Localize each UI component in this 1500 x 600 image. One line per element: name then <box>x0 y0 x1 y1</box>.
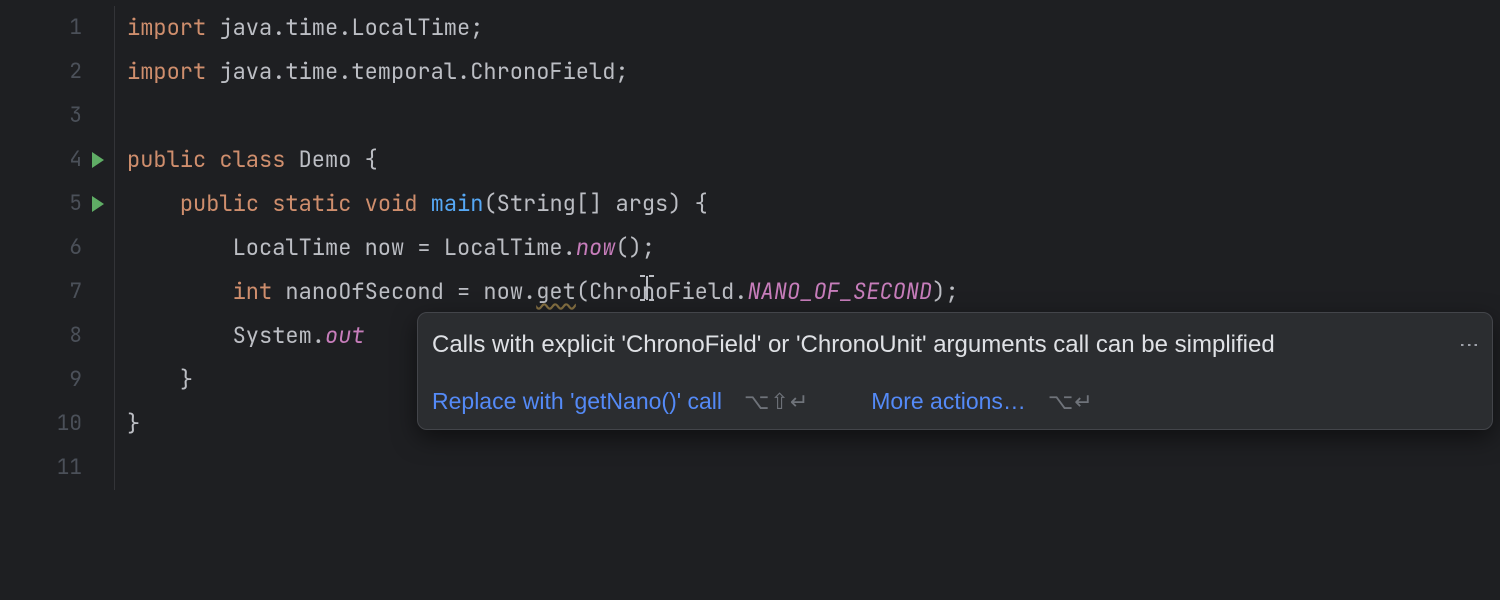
quickfix-action[interactable]: Replace with 'getNano()' call <box>432 388 722 415</box>
gutter-row: 6 <box>0 226 114 270</box>
line-number: 1 <box>42 6 82 50</box>
code-line[interactable] <box>127 94 1500 138</box>
more-options-icon[interactable]: ⋮ <box>1466 335 1472 355</box>
inspection-message: Calls with explicit 'ChronoField' or 'Ch… <box>432 329 1275 360</box>
code-line[interactable]: LocalTime now = LocalTime.now(); <box>127 226 1500 270</box>
intention-popup: Calls with explicit 'ChronoField' or 'Ch… <box>417 312 1493 430</box>
shortcut-hint: ⌥↵ <box>1048 389 1094 415</box>
gutter-row: 10 <box>0 402 114 446</box>
gutter-row: 11 <box>0 446 114 490</box>
line-number: 10 <box>42 402 82 446</box>
gutter-row: 7 <box>0 270 114 314</box>
gutter-row: 8 <box>0 314 114 358</box>
line-number: 2 <box>42 50 82 94</box>
gutter-row: 9 <box>0 358 114 402</box>
line-number: 9 <box>42 358 82 402</box>
gutter-row: 3 <box>0 94 114 138</box>
line-number: 5 <box>42 182 82 226</box>
more-actions-link[interactable]: More actions… <box>871 388 1026 415</box>
code-line[interactable]: int nanoOfSecond = now.get(ChronoField.N… <box>127 270 1500 314</box>
line-number: 8 <box>42 314 82 358</box>
line-number: 7 <box>42 270 82 314</box>
popup-actions: Replace with 'getNano()' call ⌥⇧↵ More a… <box>432 388 1472 415</box>
popup-header: Calls with explicit 'ChronoField' or 'Ch… <box>432 329 1472 360</box>
gutter: 1 2 3 4 5 6 7 8 9 10 11 <box>0 6 115 490</box>
code-line[interactable]: public class Demo { <box>127 138 1500 182</box>
gutter-row: 4 <box>0 138 114 182</box>
code-line[interactable]: import java.time.LocalTime; <box>127 6 1500 50</box>
gutter-row: 2 <box>0 50 114 94</box>
code-line[interactable]: import java.time.temporal.ChronoField; <box>127 50 1500 94</box>
gutter-row: 5 <box>0 182 114 226</box>
code-line[interactable] <box>127 446 1500 490</box>
code-line[interactable]: public static void main(String[] args) { <box>127 182 1500 226</box>
line-number: 11 <box>42 446 82 490</box>
line-number: 4 <box>42 138 82 182</box>
shortcut-hint: ⌥⇧↵ <box>744 389 809 415</box>
run-icon[interactable] <box>92 196 104 212</box>
inspection-warning[interactable]: get <box>536 277 576 306</box>
line-number: 3 <box>42 94 82 138</box>
gutter-row: 1 <box>0 6 114 50</box>
line-number: 6 <box>42 226 82 270</box>
run-icon[interactable] <box>92 152 104 168</box>
